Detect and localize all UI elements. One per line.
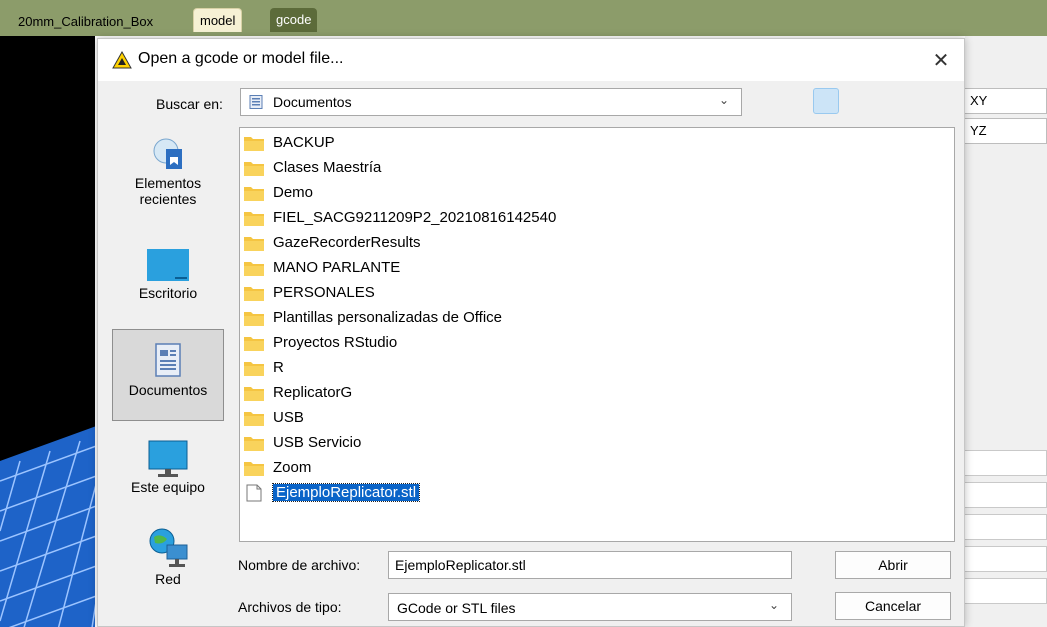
tab-file-name[interactable]: 20mm_Calibration_Box [12,10,159,34]
3d-viewport[interactable] [0,36,95,627]
place-label: Escritorio [138,285,198,301]
file-name: GazeRecorderResults [273,234,421,251]
folder-icon [244,261,264,276]
folder-icon [244,461,264,476]
folder-icon [244,436,264,451]
documents-icon [249,95,263,109]
folder-row[interactable]: BACKUP [243,130,335,155]
filename-label: Nombre de archivo: [238,557,361,573]
recent-items-icon [153,138,182,169]
chevron-down-icon: ⌄ [768,598,779,612]
view-yz-button[interactable]: YZ [964,118,1047,144]
folder-row[interactable]: R [243,355,284,380]
file-name: FIEL_SACG9211209P2_20210816142540 [273,209,557,226]
file-row[interactable]: EjemploReplicator.stl [243,480,421,505]
folder-icon [244,136,264,151]
close-button[interactable]: ✕ [918,39,964,81]
filetype-value: GCode or STL files [397,600,516,616]
filetype-dropdown[interactable]: GCode or STL files ⌄ [388,593,792,621]
folder-icon [244,361,264,376]
navigation-button[interactable] [813,88,839,114]
file-name: EjemploReplicator.stl [271,483,421,502]
folder-row[interactable]: Plantillas personalizadas de Office [243,305,502,330]
filename-input[interactable] [388,551,792,579]
place-this-pc[interactable]: Este equipo [112,439,224,519]
side-field[interactable] [964,450,1047,476]
folder-row[interactable]: GazeRecorderResults [243,230,421,255]
open-button[interactable]: Abrir [835,551,951,579]
place-label: Elementos recientes [134,175,202,207]
file-name: Clases Maestría [273,159,382,176]
view-xy-button[interactable]: XY [964,88,1047,114]
folder-row[interactable]: Demo [243,180,313,205]
file-name: R [273,359,284,376]
side-field[interactable] [964,514,1047,540]
folder-icon [244,211,264,226]
file-name: Zoom [273,459,312,476]
lookin-label: Buscar en: [156,96,223,112]
documents-icon [155,343,181,377]
chevron-down-icon: ⌄ [718,93,729,107]
network-icon [149,528,188,567]
place-label: Documentos [128,382,208,398]
folder-icon [244,411,264,426]
file-name: PERSONALES [273,284,375,301]
folder-icon [244,236,264,251]
file-name: USB [273,409,304,426]
cancel-button[interactable]: Cancelar [835,592,951,620]
folder-icon [244,286,264,301]
side-field[interactable] [964,546,1047,572]
folder-icon [244,386,264,401]
filetype-label: Archivos de tipo: [238,599,342,615]
place-network[interactable]: Red [112,527,224,601]
file-name: ReplicatorG [273,384,353,401]
file-name: Demo [273,184,314,201]
folder-icon [244,336,264,351]
folder-row[interactable]: Proyectos RStudio [243,330,397,355]
close-icon: ✕ [932,49,950,72]
folder-row[interactable]: USB [243,405,304,430]
dialog-titlebar[interactable]: Open a gcode or model file... ✕ [98,39,964,81]
folder-row[interactable]: FIEL_SACG9211209P2_20210816142540 [243,205,556,230]
place-label: Este equipo [131,479,205,495]
desktop-icon [147,249,189,281]
tab-gcode[interactable]: gcode [270,8,318,32]
folder-row[interactable]: ReplicatorG [243,380,352,405]
file-name: BACKUP [273,134,335,151]
document-icon [246,484,262,501]
places-sidebar: Elementos recientes Escritorio Documento… [112,127,226,601]
folder-icon [244,186,264,201]
place-desktop[interactable]: Escritorio [112,245,224,325]
folder-row[interactable]: MANO PARLANTE [243,255,400,280]
place-documents[interactable]: Documentos [112,329,224,421]
dialog-title: Open a gcode or model file... [138,50,344,67]
file-name: MANO PARLANTE [273,259,401,276]
folder-row[interactable]: USB Servicio [243,430,361,455]
file-name: Proyectos RStudio [273,334,398,351]
open-file-dialog: Open a gcode or model file... ✕ Buscar e… [97,38,965,627]
lookin-dropdown[interactable]: Documentos ⌄ [240,88,742,116]
place-recent-items[interactable]: Elementos recientes [112,135,224,225]
place-label: Red [155,571,181,587]
side-field[interactable] [964,578,1047,604]
file-list[interactable]: BACKUP Clases Maestría Demo FIEL_SACG921120… [239,127,955,542]
file-name: USB Servicio [273,434,362,451]
folder-row[interactable]: Zoom [243,455,311,480]
folder-icon [244,311,264,326]
folder-row[interactable]: PERSONALES [243,280,375,305]
file-name: Plantillas personalizadas de Office [273,309,503,326]
tab-model[interactable]: model [193,8,243,32]
lookin-value: Documentos [273,94,352,110]
side-field[interactable] [964,482,1047,508]
folder-icon [244,161,264,176]
build-platform-grid [0,426,95,627]
computer-icon [148,440,188,477]
folder-row[interactable]: Clases Maestría [243,155,381,180]
warning-icon [112,51,132,69]
